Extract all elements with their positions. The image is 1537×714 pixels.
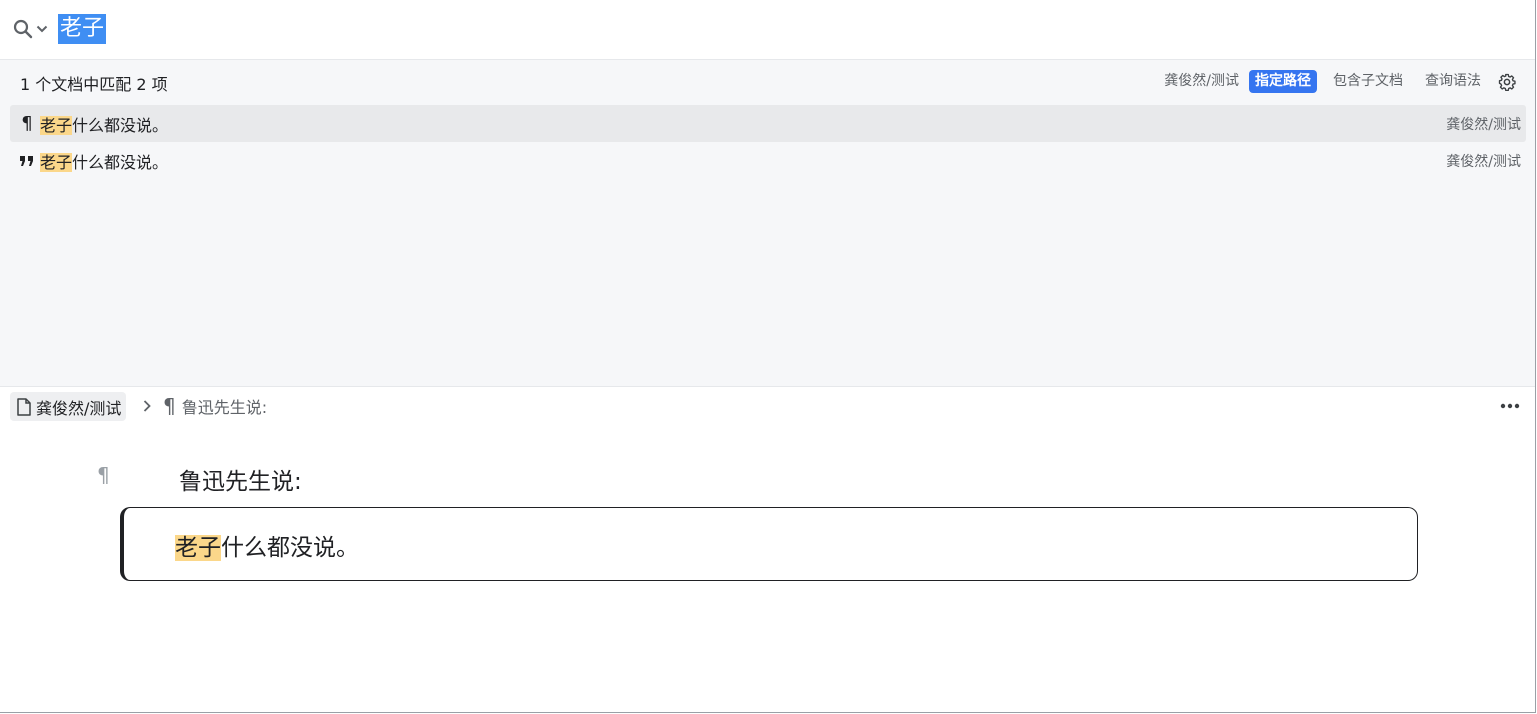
blockquote-block[interactable]: 老子什么都没说。 xyxy=(120,507,1418,581)
search-results-panel: 1 个文档中匹配 2 项 龚俊然/测试 指定路径 包含子文档 查询语法 ¶ 老子… xyxy=(0,60,1535,387)
result-highlight: 老子 xyxy=(40,152,73,172)
gear-icon[interactable] xyxy=(1497,72,1517,92)
result-rest: 什么都没说。 xyxy=(72,115,169,135)
search-icon xyxy=(13,19,33,39)
chevron-down-icon xyxy=(36,24,48,34)
search-dialog: 老子 1 个文档中匹配 2 项 龚俊然/测试 指定路径 包含子文档 查询语法 ¶ xyxy=(0,0,1536,713)
search-input[interactable]: 老子 xyxy=(58,13,1458,45)
query-syntax-button[interactable]: 查询语法 xyxy=(1419,70,1487,93)
breadcrumb-block-label: 鲁迅先生说: xyxy=(181,398,268,417)
filter-bar: 龚俊然/测试 指定路径 包含子文档 查询语法 xyxy=(1154,70,1517,93)
editor-preview: ¶ 鲁迅先生说: 老子什么都没说。 xyxy=(0,426,1535,712)
search-bar: 老子 xyxy=(0,0,1535,60)
breadcrumb-doc[interactable]: 龚俊然/测试 xyxy=(10,392,127,421)
search-query-selected: 老子 xyxy=(58,14,107,44)
result-item[interactable]: ¶ 老子什么都没说。 龚俊然/测试 xyxy=(10,105,1526,142)
include-children-button[interactable]: 包含子文档 xyxy=(1327,70,1409,93)
quote-highlight: 老子 xyxy=(175,535,221,561)
results-header: 1 个文档中匹配 2 项 龚俊然/测试 指定路径 包含子文档 查询语法 xyxy=(0,60,1535,104)
result-text: 老子什么都没说。 xyxy=(40,112,168,136)
more-icon[interactable] xyxy=(1499,397,1521,415)
blockquote-icon xyxy=(15,155,39,167)
quote-rest: 什么都没说。 xyxy=(221,535,359,561)
paragraph-icon: ¶ xyxy=(21,113,33,134)
path-filter-label[interactable]: 龚俊然/测试 xyxy=(1158,70,1245,93)
result-rest: 什么都没说。 xyxy=(72,152,169,172)
result-path: 龚俊然/测试 xyxy=(1446,116,1521,133)
file-icon xyxy=(16,397,32,416)
block-gutter-icon[interactable]: ¶ xyxy=(97,463,110,487)
match-count: 1 个文档中匹配 2 项 xyxy=(20,75,168,94)
result-text: 老子什么都没说。 xyxy=(40,149,168,173)
blockquote-text: 老子什么都没说。 xyxy=(175,528,359,562)
result-highlight: 老子 xyxy=(40,115,73,135)
result-item[interactable]: 老子什么都没说。 龚俊然/测试 xyxy=(10,142,1526,179)
breadcrumb-block[interactable]: ¶ 鲁迅先生说: xyxy=(163,394,267,418)
breadcrumb: 龚俊然/测试 ¶ 鲁迅先生说: xyxy=(0,387,1535,425)
specify-path-button[interactable]: 指定路径 xyxy=(1249,70,1317,93)
result-path: 龚俊然/测试 xyxy=(1446,153,1521,170)
search-method-toggle[interactable] xyxy=(13,18,53,40)
breadcrumb-doc-label: 龚俊然/测试 xyxy=(36,398,122,418)
chevron-right-icon xyxy=(142,397,154,415)
paragraph-icon: ¶ xyxy=(163,394,176,418)
paragraph-block[interactable]: 鲁迅先生说: xyxy=(179,462,302,496)
